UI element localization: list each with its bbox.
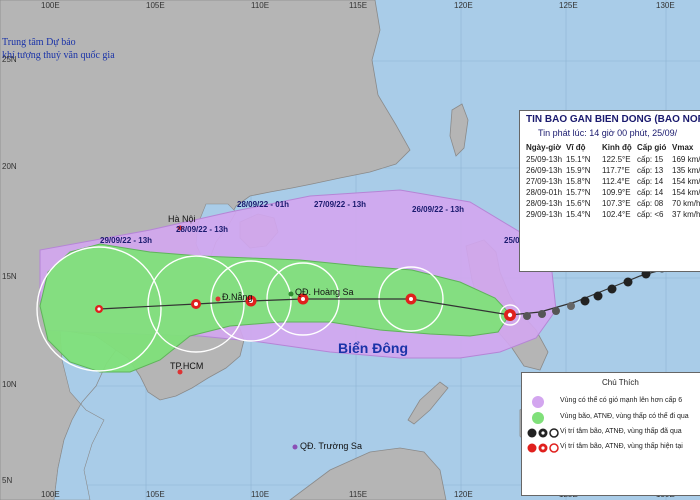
bulletin-cell: 102.4°E [602, 210, 631, 219]
bulletin-cell: 122.5°E [602, 155, 631, 164]
lon-label-top: 115E [349, 1, 368, 10]
place-hcm: TP.HCM [170, 361, 204, 371]
bulletin-cell: cấp: 14 [637, 177, 664, 186]
bulletin-cell: 169 km/ [672, 155, 700, 164]
bulletin-cell: 112.4°E [602, 177, 630, 186]
bulletin-cell: 107.3°E [602, 199, 631, 208]
lon-label-bottom: 120E [454, 490, 473, 499]
legend-item: Vùng có thể có gió mạnh lên hơn cấp 6 [560, 397, 683, 404]
bulletin-issued-time: Tin phát lúc: 14 giờ 00 phút, 25/09/ [538, 128, 678, 138]
bulletin-title: TIN BAO GAN BIEN DONG (BAO NORU [526, 114, 700, 125]
agency-line-1: Trung tâm Dự báo [2, 37, 76, 48]
lat-label: 10N [2, 380, 17, 389]
bulletin-cell: 15.9°N [566, 166, 591, 175]
forecast-date-label: 26/09/22 - 13h [412, 205, 465, 214]
bulletin-cell: cấp: 13 [637, 166, 664, 175]
column-header: Vĩ độ [566, 143, 586, 152]
lon-label-top: 130E [656, 1, 675, 10]
legend-item: Vị trí tâm bão, ATNĐ, vùng thấp đã qua [560, 428, 682, 435]
forecast-date-label: 29/09/22 - 13h [100, 236, 153, 245]
bulletin-cell: cấp: 08 [637, 199, 664, 208]
lat-label: 25N [2, 55, 17, 64]
forecast-date-label: 28/09/22 - 01h [237, 200, 290, 209]
bulletin-cell: 37 km/h [672, 210, 700, 219]
lat-label: 20N [2, 162, 17, 171]
agency-name: Trung tâm Dự báo khí tượng thuỷ văn quốc… [2, 36, 115, 62]
bulletin-cell: cấp: 14 [637, 188, 664, 197]
legend-title: Chú Thích [602, 378, 639, 387]
bulletin-cell: 135 km/ [672, 166, 700, 175]
bulletin-cell: 109.9°E [602, 188, 631, 197]
lon-label-top: 100E [41, 1, 60, 10]
storm-map: Trung tâm Dự báo khí tượng thuỷ văn quốc… [0, 0, 700, 500]
lon-label-top: 120E [454, 1, 473, 10]
past-position-swatch [527, 428, 559, 438]
bulletin-cell: 15.1°N [566, 155, 591, 164]
agency-line-2: khí tượng thuỷ văn quốc gia [2, 50, 115, 61]
bulletin-cell: 15.4°N [566, 210, 591, 219]
lon-label-bottom: 115E [349, 490, 368, 499]
lon-label-bottom: 100E [41, 490, 60, 499]
current-position-swatch [527, 443, 559, 453]
bulletin-cell: 15.8°N [566, 177, 591, 186]
place-hoangsa: QĐ. Hoàng Sa [295, 287, 354, 297]
bulletin-cell: 25/09-13h [526, 155, 563, 164]
bulletin-cell: 28/09-13h [526, 199, 563, 208]
column-header: Kinh độ [602, 143, 632, 152]
wind-zone-swatch [532, 396, 544, 408]
sea-label: Biển Đông [338, 340, 408, 356]
bulletin-cell: 27/09-13h [526, 177, 563, 186]
lon-label-top: 125E [559, 1, 578, 10]
bulletin-panel: TIN BAO GAN BIEN DONG (BAO NORU Tin phát… [519, 110, 700, 272]
legend-panel: Chú Thích Vùng có thể có gió mạnh lên hơ… [521, 372, 700, 496]
lon-label-top: 105E [146, 1, 165, 10]
bulletin-cell: 15.7°N [566, 188, 591, 197]
bulletin-cell: 26/09-13h [526, 166, 563, 175]
bulletin-cell: 15.6°N [566, 199, 591, 208]
bulletin-cell: 28/09-01h [526, 188, 563, 197]
place-hanoi: Hà Nội [168, 214, 196, 224]
forecast-date-label: 27/09/22 - 13h [314, 200, 367, 209]
legend-item: Vùng bão, ATNĐ, vùng thấp có thể đi qua [560, 413, 689, 420]
lat-label: 15N [2, 272, 17, 281]
lon-label-bottom: 105E [146, 490, 165, 499]
bulletin-cell: 70 km/h [672, 199, 700, 208]
cone-swatch [532, 412, 544, 424]
lat-label: 5N [2, 476, 13, 485]
bulletin-cell: cấp: <6 [637, 210, 664, 219]
column-header: Cấp gió [637, 143, 667, 152]
bulletin-cell: 154 km/ [672, 177, 700, 186]
place-truongsa: QĐ. Trường Sa [300, 441, 362, 451]
lon-label-top: 110E [251, 1, 270, 10]
bulletin-cell: cấp: 15 [637, 155, 664, 164]
forecast-date-label: 28/09/22 - 13h [176, 225, 229, 234]
column-header: Ngày-giờ [526, 143, 562, 152]
column-header: Vmax [672, 143, 694, 152]
place-danang: Đ.Nẵng [222, 292, 253, 302]
bulletin-cell: 117.7°E [602, 166, 630, 175]
legend-item: Vị trí tâm bão, ATNĐ, vùng thấp hiện tại [560, 443, 683, 450]
bulletin-cell: 29/09-13h [526, 210, 563, 219]
bulletin-cell: 154 km/ [672, 188, 700, 197]
lon-label-bottom: 110E [251, 490, 270, 499]
